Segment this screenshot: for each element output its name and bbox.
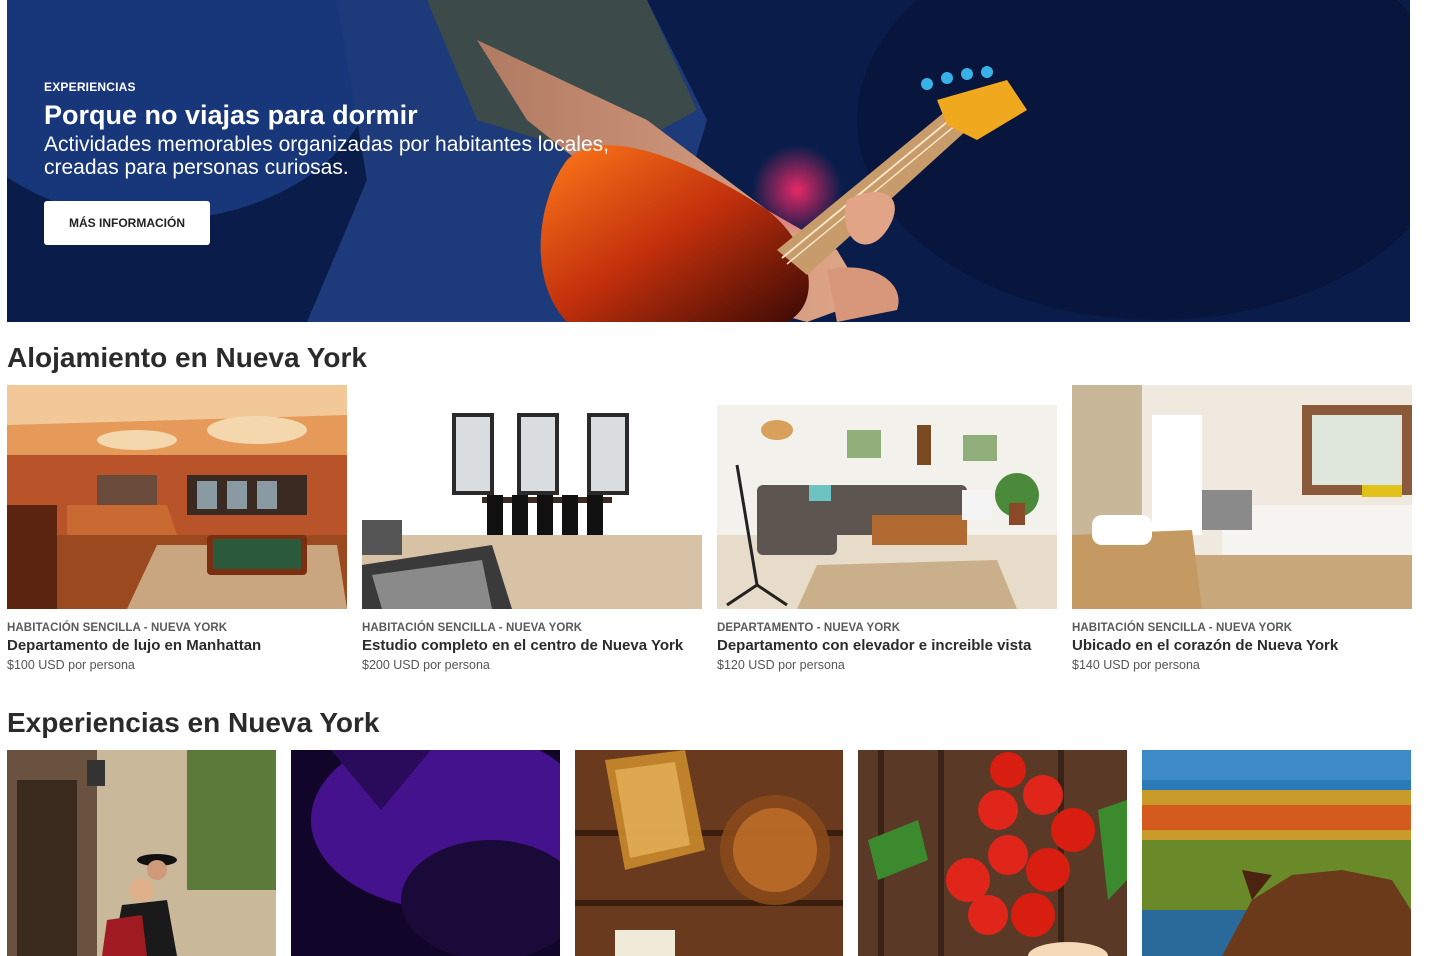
hero-subtitle: Actividades memorables organizadas por h… — [44, 133, 609, 179]
experience-card-horse[interactable] — [1142, 750, 1411, 956]
listing-photo-billiard-room[interactable] — [7, 385, 347, 609]
listing-price: $140 USD por persona — [1072, 658, 1200, 672]
hero-banner: EXPERIENCIAS Porque no viajas para dormi… — [7, 0, 1410, 322]
experience-card-tomatoes[interactable] — [858, 750, 1128, 956]
experience-card-tango[interactable] — [7, 750, 276, 956]
listing-kicker: HABITACIÓN SENCILLA - NUEVA YORK — [7, 622, 228, 634]
hero-title: Porque no viajas para dormir — [44, 100, 418, 130]
listing-name[interactable]: Ubicado en el corazón de Nueva York — [1072, 637, 1412, 654]
hero-text-block: EXPERIENCIAS Porque no viajas para dormi… — [44, 80, 644, 179]
listing-photo-kitchen[interactable] — [1072, 385, 1412, 609]
listing-card[interactable]: DEPARTAMENTO - NUEVA YORK Departamento c… — [717, 385, 1057, 672]
listing-photo-studio-dining[interactable] — [362, 385, 702, 609]
experiences-list — [7, 750, 1411, 956]
experience-card-whiskey[interactable] — [574, 750, 844, 956]
listing-kicker: HABITACIÓN SENCILLA - NUEVA YORK — [1072, 622, 1293, 634]
experience-card-music[interactable] — [290, 750, 560, 956]
stays-list: HABITACIÓN SENCILLA - NUEVA YORK Departa… — [7, 385, 1412, 672]
listing-card[interactable]: HABITACIÓN SENCILLA - NUEVA YORK Ubicado… — [1072, 385, 1412, 672]
listing-name[interactable]: Departamento de lujo en Manhattan — [7, 637, 347, 654]
listing-price: $100 USD por persona — [7, 658, 135, 672]
hero-kicker: EXPERIENCIAS — [44, 80, 136, 94]
listing-name[interactable]: Estudio completo en el centro de Nueva Y… — [362, 637, 702, 654]
listing-photo-living-room[interactable] — [717, 385, 1057, 609]
listing-kicker: DEPARTAMENTO - NUEVA YORK — [717, 622, 901, 634]
stays-section-title: Alojamiento en Nueva York — [7, 342, 367, 373]
experiences-section-title: Experiencias en Nueva York — [7, 707, 380, 738]
listing-kicker: HABITACIÓN SENCILLA - NUEVA YORK — [362, 622, 583, 634]
listing-card[interactable]: HABITACIÓN SENCILLA - NUEVA YORK Departa… — [7, 385, 347, 672]
listing-price: $200 USD por persona — [362, 658, 490, 672]
listing-name[interactable]: Departamento con elevador e increible vi… — [717, 637, 1057, 654]
listing-card[interactable]: HABITACIÓN SENCILLA - NUEVA YORK Estudio… — [362, 385, 702, 672]
more-info-button[interactable]: MÁS INFORMACIÓN — [44, 201, 210, 245]
listing-price: $120 USD por persona — [717, 658, 845, 672]
